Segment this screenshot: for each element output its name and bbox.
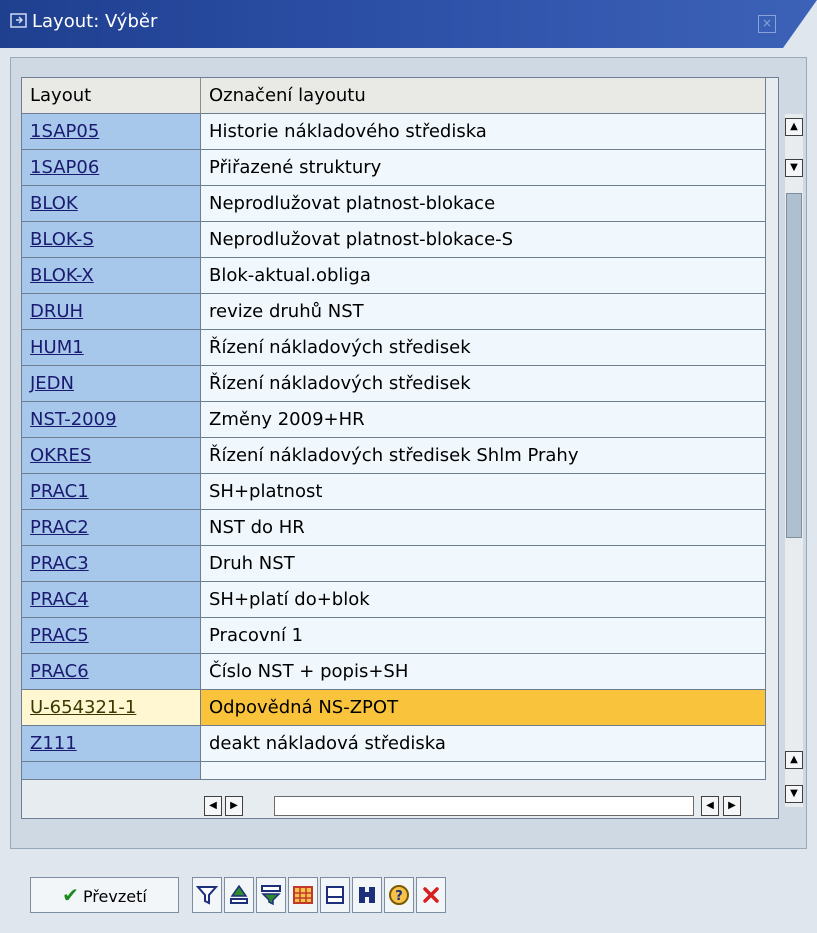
- scroll-right-icon[interactable]: ▶: [225, 796, 243, 816]
- close-icon[interactable]: ×: [758, 15, 776, 33]
- title-bar-corner: [783, 0, 817, 48]
- layout-link[interactable]: PRAC1: [30, 481, 89, 502]
- window-title: Layout: Výběr: [32, 11, 158, 32]
- layout-cell: PRAC4: [22, 582, 201, 618]
- layout-cell: BLOK-S: [22, 222, 201, 258]
- title-bar: Layout: Výběr ×: [0, 0, 817, 48]
- scroll-left-icon[interactable]: ◀: [204, 796, 222, 816]
- horizontal-scrollbar[interactable]: [274, 796, 694, 816]
- description-cell: deakt nákladová střediska: [201, 726, 766, 762]
- scroll-up-icon[interactable]: ▲: [785, 118, 803, 136]
- page-up-icon[interactable]: ▲: [785, 751, 803, 769]
- layout-link[interactable]: PRAC3: [30, 553, 89, 574]
- description-cell: SH+platnost: [201, 474, 766, 510]
- find-button[interactable]: [352, 877, 382, 913]
- filter-icon: [195, 886, 219, 905]
- empty-cell: [201, 762, 766, 780]
- layout-link[interactable]: PRAC4: [30, 589, 89, 610]
- print-button[interactable]: [320, 877, 350, 913]
- layout-link[interactable]: OKRES: [30, 445, 91, 466]
- description-cell: revize druhů NST: [201, 294, 766, 330]
- layout-link[interactable]: HUM1: [30, 337, 84, 358]
- layout-table: Layout Označení layoutu 1SAP05 Historie n…: [21, 77, 779, 819]
- description-cell: Pracovní 1: [201, 618, 766, 654]
- layout-link[interactable]: JEDN: [30, 373, 74, 394]
- layout-link[interactable]: U-654321-1: [30, 697, 136, 718]
- layout-cell: HUM1: [22, 330, 201, 366]
- help-button[interactable]: ?: [384, 877, 414, 913]
- layout-cell: JEDN: [22, 366, 201, 402]
- layout-cell: 1SAP06: [22, 150, 201, 186]
- description-cell: Blok-aktual.obliga: [201, 258, 766, 294]
- layout-cell: BLOK: [22, 186, 201, 222]
- grid-icon: [293, 886, 313, 904]
- description-cell: Odpovědná NS-ZPOT: [201, 690, 766, 726]
- bottom-toolbar: ✔ Převzetí ?: [0, 863, 817, 933]
- checkmark-icon: ✔: [62, 883, 79, 907]
- svg-text:?: ?: [395, 889, 403, 904]
- find-icon: [359, 887, 375, 903]
- layout-link[interactable]: BLOK-X: [30, 265, 94, 286]
- description-cell: Řízení nákladových středisek: [201, 366, 766, 402]
- description-cell: Neprodlužovat platnost-blokace-S: [201, 222, 766, 258]
- layout-link[interactable]: 1SAP06: [30, 157, 99, 178]
- selection-panel: Layout Označení layoutu 1SAP05 Historie n…: [10, 57, 807, 849]
- accept-button[interactable]: ✔ Převzetí: [30, 877, 179, 913]
- layout-link[interactable]: 1SAP05: [30, 121, 99, 142]
- layout-cell: DRUH: [22, 294, 201, 330]
- description-cell: Historie nákladového střediska: [201, 114, 766, 150]
- layout-cell: PRAC1: [22, 474, 201, 510]
- layout-link[interactable]: PRAC2: [30, 517, 89, 538]
- cancel-icon: [423, 887, 439, 903]
- print-icon: [326, 886, 344, 904]
- window-icon: [10, 13, 27, 28]
- cancel-button[interactable]: [416, 877, 446, 913]
- scroll-right-end-icon[interactable]: ▶: [723, 796, 741, 816]
- layout-cell: BLOK-X: [22, 258, 201, 294]
- sort-button[interactable]: [224, 877, 254, 913]
- description-cell: Řízení nákladových středisek: [201, 330, 766, 366]
- column-header-layout[interactable]: Layout: [22, 78, 201, 114]
- column-header-description[interactable]: Označení layoutu: [201, 78, 766, 114]
- layout-cell: NST-2009: [22, 402, 201, 438]
- layout-cell: PRAC5: [22, 618, 201, 654]
- description-cell: SH+platí do+blok: [201, 582, 766, 618]
- page-down-icon[interactable]: ▼: [785, 785, 803, 803]
- scroll-left-end-icon[interactable]: ◀: [701, 796, 719, 816]
- description-cell: Druh NST: [201, 546, 766, 582]
- layout-cell: PRAC3: [22, 546, 201, 582]
- sort-icon: [230, 884, 248, 904]
- description-cell: NST do HR: [201, 510, 766, 546]
- layout-link[interactable]: PRAC6: [30, 661, 89, 682]
- help-icon: ?: [389, 885, 409, 905]
- description-cell: Přiřazené struktury: [201, 150, 766, 186]
- layout-grid-button[interactable]: [288, 877, 318, 913]
- layout-cell: U-654321-1: [22, 690, 201, 726]
- layout-link[interactable]: PRAC5: [30, 625, 89, 646]
- layout-link[interactable]: NST-2009: [30, 409, 117, 430]
- layout-cell: OKRES: [22, 438, 201, 474]
- scroll-down-icon[interactable]: ▼: [785, 159, 803, 177]
- layout-cell: PRAC6: [22, 654, 201, 690]
- description-cell: Řízení nákladových středisek Shlm Prahy: [201, 438, 766, 474]
- sum-icon: [261, 885, 281, 906]
- sum-button[interactable]: [256, 877, 286, 913]
- layout-link[interactable]: BLOK: [30, 193, 78, 214]
- layout-cell: 1SAP05: [22, 114, 201, 150]
- description-cell: Neprodlužovat platnost-blokace: [201, 186, 766, 222]
- layout-cell: Z111: [22, 726, 201, 762]
- layout-link[interactable]: Z111: [30, 733, 77, 754]
- accept-label: Převzetí: [82, 887, 147, 906]
- empty-cell: [22, 762, 201, 780]
- layout-link[interactable]: DRUH: [30, 301, 83, 322]
- description-cell: Číslo NST + popis+SH: [201, 654, 766, 690]
- filter-button[interactable]: [192, 877, 222, 913]
- layout-link[interactable]: BLOK-S: [30, 229, 94, 250]
- layout-cell: PRAC2: [22, 510, 201, 546]
- scroll-thumb[interactable]: [786, 193, 802, 538]
- description-cell: Změny 2009+HR: [201, 402, 766, 438]
